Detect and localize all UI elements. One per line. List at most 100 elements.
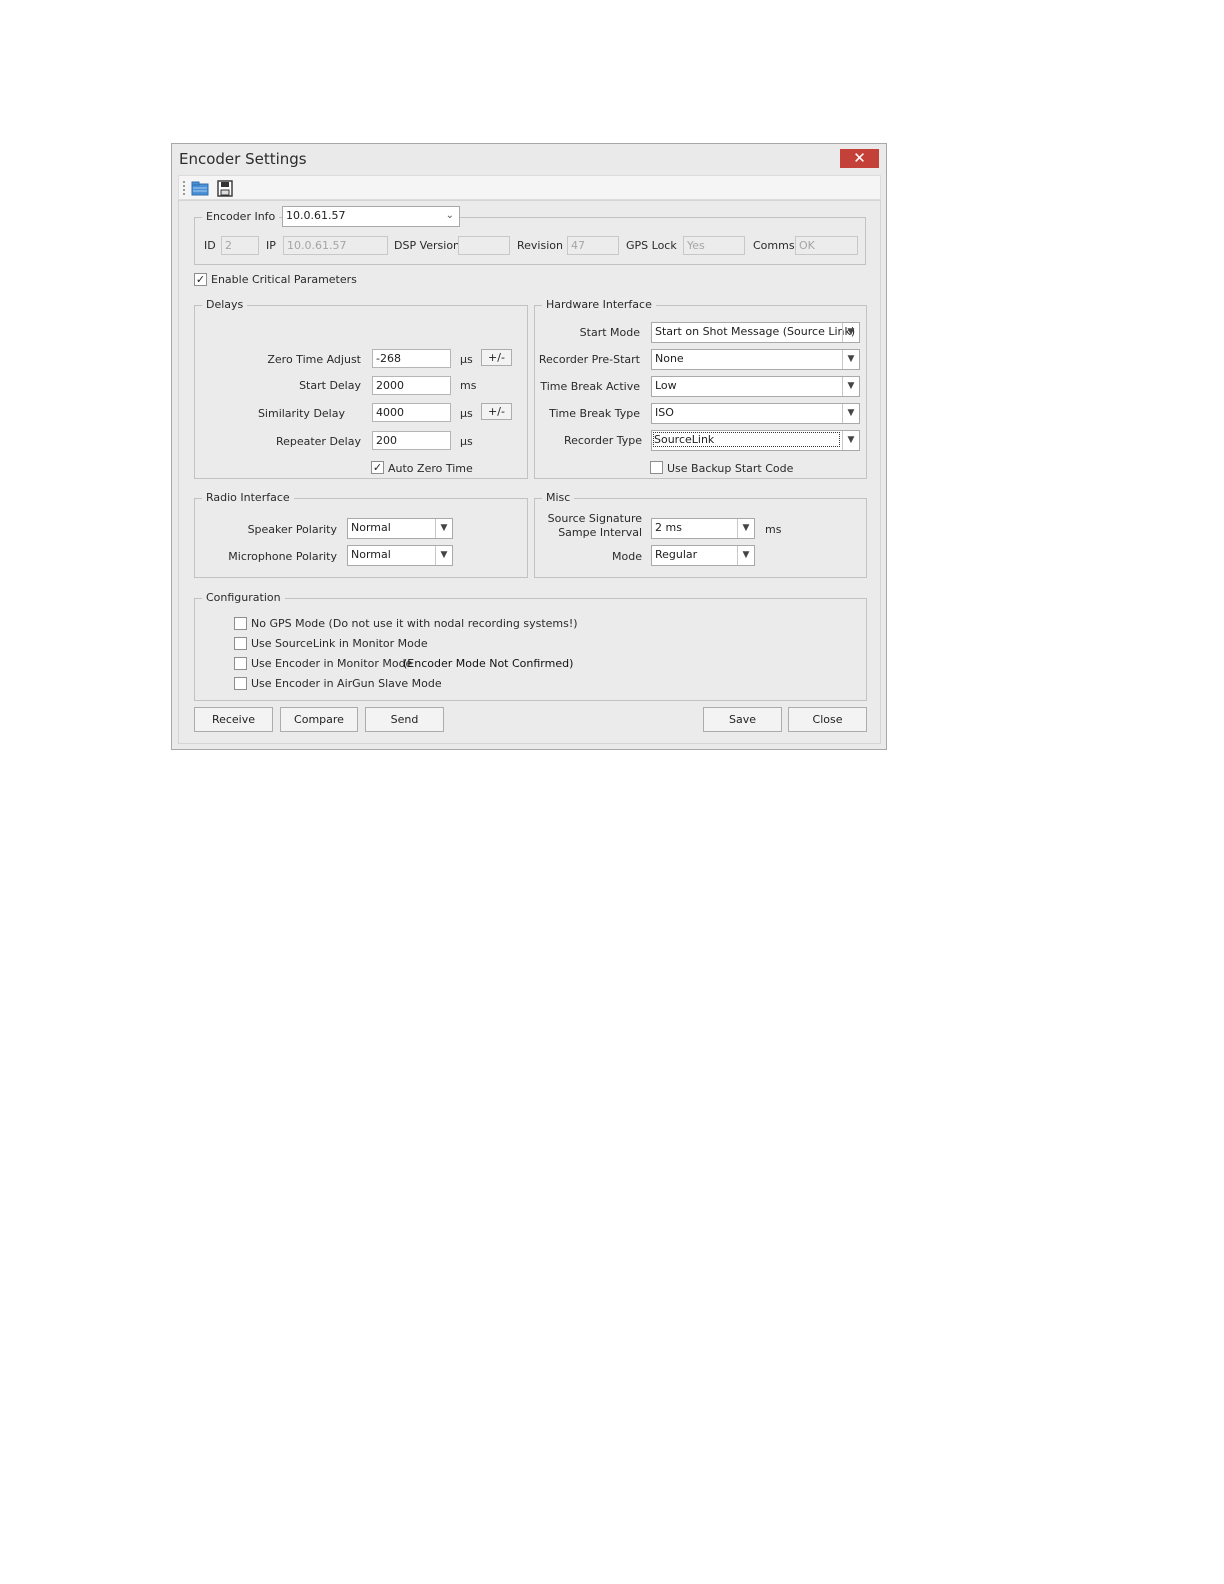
enable-critical-checkbox[interactable]: ✓ — [194, 273, 207, 286]
id-field[interactable]: 2 — [221, 236, 259, 255]
repeater-delay-unit: µs — [460, 435, 473, 448]
microphone-polarity-label: Microphone Polarity — [228, 550, 337, 563]
toolbar — [178, 175, 881, 200]
interval-label-line-1: Source Signature — [547, 512, 642, 525]
similarity-delay-input[interactable]: 4000 — [372, 403, 451, 422]
time-break-active-label: Time Break Active — [540, 380, 640, 393]
chevron-down-icon: ▼ — [737, 546, 754, 565]
use-backup-start-code-label: Use Backup Start Code — [667, 462, 794, 475]
time-break-active-select[interactable]: Low ▼ — [651, 376, 860, 397]
speaker-polarity-value: Normal — [351, 521, 391, 534]
similarity-plus-minus-button[interactable]: +/- — [481, 403, 512, 420]
encoder-select-value: 10.0.61.57 — [286, 209, 346, 222]
sample-interval-value: 2 ms — [655, 521, 682, 534]
encoder-monitor-label: Use Encoder in Monitor Mode — [251, 657, 413, 670]
mode-select[interactable]: Regular ▼ — [651, 545, 755, 566]
speaker-polarity-select[interactable]: Normal ▼ — [347, 518, 453, 539]
recorder-type-label: Recorder Type — [563, 434, 642, 447]
start-delay-input[interactable]: 2000 — [372, 376, 451, 395]
hardware-interface-legend: Hardware Interface — [542, 298, 656, 311]
close-icon: ✕ — [853, 149, 866, 167]
interval-label-line-2: Sampe Interval — [558, 526, 642, 539]
auto-zero-time-label: Auto Zero Time — [388, 462, 473, 475]
close-button[interactable]: Close — [788, 707, 867, 732]
start-delay-unit: ms — [460, 379, 477, 392]
zero-time-plus-minus-button[interactable]: +/- — [481, 349, 512, 366]
microphone-polarity-select[interactable]: Normal ▼ — [347, 545, 453, 566]
sourcelink-monitor-checkbox[interactable] — [234, 637, 247, 650]
start-mode-value: Start on Shot Message (Source Link) — [655, 325, 856, 338]
similarity-delay-label: Similarity Delay — [257, 407, 345, 420]
comms-field[interactable]: OK — [795, 236, 858, 255]
ip-field[interactable]: 10.0.61.57 — [283, 236, 388, 255]
start-delay-label: Start Delay — [299, 379, 361, 392]
encoder-info-legend: Encoder Info — [202, 210, 280, 223]
gps-lock-label: GPS Lock — [626, 239, 677, 252]
chevron-down-icon: ▼ — [842, 404, 859, 423]
microphone-polarity-value: Normal — [351, 548, 391, 561]
chevron-down-icon: ▼ — [737, 519, 754, 538]
recorder-type-value: SourceLink — [653, 432, 840, 447]
id-label: ID — [204, 239, 216, 252]
dsp-version-label: DSP Version — [394, 239, 461, 252]
comms-label: Comms — [753, 239, 795, 252]
delays-legend: Delays — [202, 298, 248, 311]
time-break-type-select[interactable]: ISO ▼ — [651, 403, 860, 424]
revision-field[interactable]: 47 — [567, 236, 619, 255]
recorder-pre-start-label: Recorder Pre-Start — [538, 353, 640, 366]
open-folder-icon[interactable] — [191, 180, 209, 197]
chevron-down-icon: ▼ — [435, 546, 452, 565]
chevron-down-icon: ▼ — [842, 323, 859, 342]
encoder-select[interactable]: 10.0.61.57 ⌄ — [282, 206, 460, 227]
sourcelink-monitor-label: Use SourceLink in Monitor Mode — [251, 637, 428, 650]
chevron-down-icon: ▼ — [842, 431, 859, 450]
title-bar: Encoder Settings ✕ — [172, 144, 886, 174]
chevron-down-icon: ▼ — [842, 350, 859, 369]
zero-time-adjust-input[interactable]: -268 — [372, 349, 451, 368]
encoder-info-group: Encoder Info 10.0.61.57 ⌄ ID 2 IP 10.0.6… — [194, 206, 866, 265]
delays-group: Delays Zero Time Adjust -268 µs +/- Star… — [194, 298, 528, 479]
auto-zero-time-checkbox[interactable]: ✓ — [371, 461, 384, 474]
chevron-down-icon: ▼ — [435, 519, 452, 538]
configuration-legend: Configuration — [202, 591, 285, 604]
save-disk-icon[interactable] — [216, 180, 234, 197]
airgun-slave-label: Use Encoder in AirGun Slave Mode — [251, 677, 442, 690]
receive-button[interactable]: Receive — [194, 707, 273, 732]
start-mode-select[interactable]: Start on Shot Message (Source Link) ▼ — [651, 322, 860, 343]
sample-interval-select[interactable]: 2 ms ▼ — [651, 518, 755, 539]
configuration-group: Configuration No GPS Mode (Do not use it… — [194, 591, 867, 701]
chevron-down-icon: ▼ — [842, 377, 859, 396]
toolbar-grip-icon — [183, 181, 185, 196]
misc-legend: Misc — [542, 491, 575, 504]
encoder-mode-note: (Encoder Mode Not Confirmed) — [403, 657, 574, 670]
mode-label: Mode — [612, 550, 642, 563]
compare-button[interactable]: Compare — [280, 707, 358, 732]
time-break-active-value: Low — [655, 379, 677, 392]
recorder-type-select[interactable]: SourceLink ▼ — [651, 430, 860, 451]
ip-label: IP — [266, 239, 276, 252]
gps-lock-field[interactable]: Yes — [683, 236, 745, 255]
send-button[interactable]: Send — [365, 707, 444, 732]
time-break-type-label: Time Break Type — [549, 407, 640, 420]
time-break-type-value: ISO — [655, 406, 674, 419]
window-title: Encoder Settings — [179, 150, 307, 168]
recorder-pre-start-select[interactable]: None ▼ — [651, 349, 860, 370]
encoder-settings-dialog: Encoder Settings ✕ Encoder Info 10.0.61.… — [171, 143, 887, 750]
airgun-slave-checkbox[interactable] — [234, 677, 247, 690]
no-gps-mode-label: No GPS Mode (Do not use it with nodal re… — [251, 617, 578, 630]
save-button[interactable]: Save — [703, 707, 782, 732]
hardware-interface-group: Hardware Interface Start Mode Start on S… — [534, 298, 867, 479]
similarity-delay-unit: µs — [460, 407, 473, 420]
close-window-button[interactable]: ✕ — [840, 149, 879, 168]
mode-value: Regular — [655, 548, 698, 561]
encoder-monitor-checkbox[interactable] — [234, 657, 247, 670]
radio-interface-legend: Radio Interface — [202, 491, 294, 504]
dsp-version-field[interactable] — [458, 236, 510, 255]
no-gps-mode-checkbox[interactable] — [234, 617, 247, 630]
use-backup-start-code-checkbox[interactable] — [650, 461, 663, 474]
repeater-delay-input[interactable]: 200 — [372, 431, 451, 450]
zero-time-adjust-label: Zero Time Adjust — [267, 353, 361, 366]
sample-interval-unit: ms — [765, 523, 782, 536]
dialog-content: Encoder Info 10.0.61.57 ⌄ ID 2 IP 10.0.6… — [178, 200, 881, 744]
start-mode-label: Start Mode — [579, 326, 640, 339]
